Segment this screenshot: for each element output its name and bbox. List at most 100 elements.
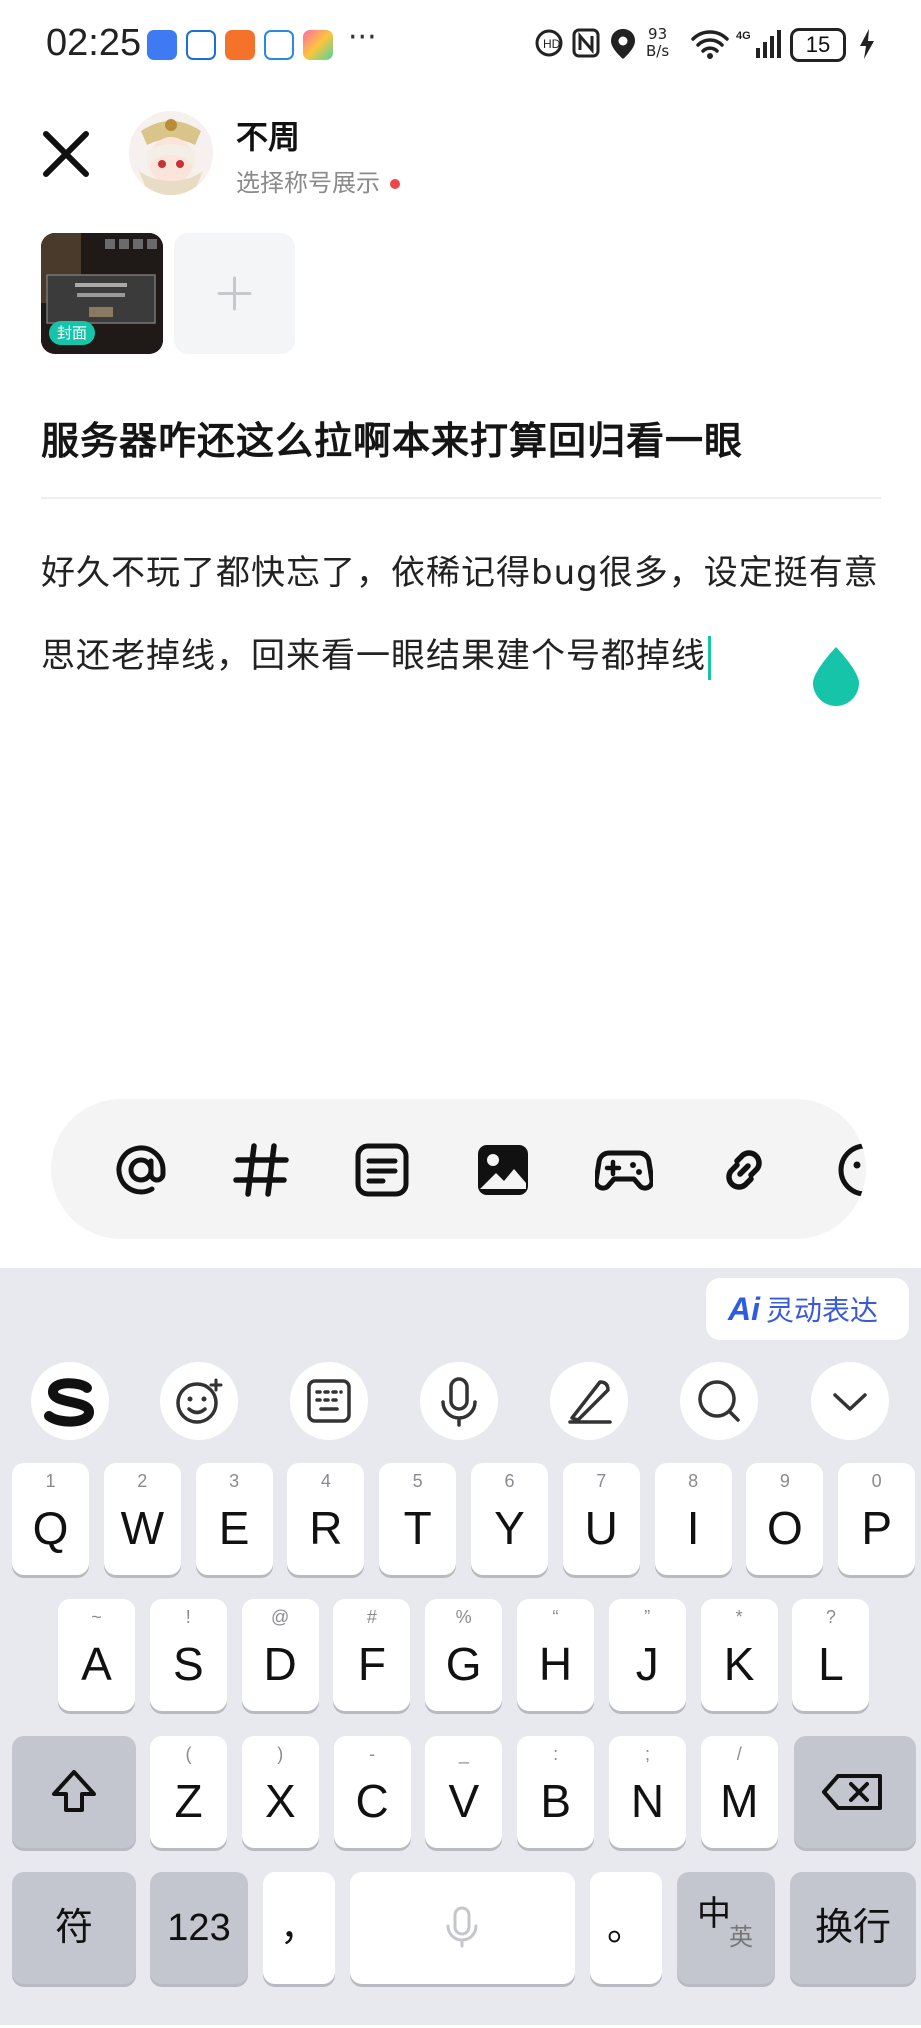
key-d[interactable]: @ D (241, 1599, 319, 1711)
at-icon[interactable] (112, 1141, 170, 1199)
key-k[interactable]: * K (700, 1599, 778, 1711)
key-label: K (723, 1638, 755, 1690)
key-label: W (120, 1502, 164, 1554)
key-b[interactable]: :B (517, 1736, 595, 1848)
key-label: S (172, 1638, 204, 1690)
key-hint: * (735, 1607, 743, 1627)
key-s[interactable]: ! S (149, 1599, 227, 1711)
backspace-key[interactable] (794, 1736, 916, 1848)
microphone-icon (441, 1377, 477, 1427)
sogou-logo-button[interactable] (31, 1362, 109, 1440)
gamepad-icon[interactable] (595, 1141, 653, 1199)
number-key[interactable]: 123 (150, 1872, 248, 1984)
ai-label: 灵动表达 (766, 1294, 879, 1327)
key-e[interactable]: 3E (195, 1463, 273, 1575)
charging-icon (860, 29, 874, 59)
svg-text:4G: 4G (736, 30, 751, 42)
key-l[interactable]: ? L (792, 1599, 870, 1711)
emoji-icon[interactable] (836, 1141, 866, 1199)
nfc-icon (572, 28, 600, 58)
telecom-notification-icon (186, 30, 216, 60)
key-f[interactable]: # F (333, 1599, 411, 1711)
keyboard-switch-button[interactable] (290, 1362, 368, 1440)
comma-key[interactable]: ， (263, 1872, 335, 1984)
space-microphone-icon (446, 1906, 478, 1948)
key-label: G (445, 1638, 482, 1690)
key-g[interactable]: % G (425, 1599, 503, 1711)
post-body-text: 好久不玩了都快忘了，依稀记得bug很多，设定挺有意思还老掉线，回来看一眼结果建个… (41, 553, 879, 676)
voice-input-button[interactable] (420, 1362, 498, 1440)
lang-main-label: 中 (697, 1895, 731, 1933)
key-label: R (309, 1502, 343, 1554)
post-body-input[interactable]: 好久不玩了都快忘了，依稀记得bug很多，设定挺有意思还老掉线，回来看一眼结果建个… (41, 532, 891, 698)
key-label: Y (494, 1502, 525, 1554)
choose-title-label: 选择称号展示 (236, 169, 380, 197)
post-title-input[interactable]: 服务器咋还这么拉啊本来打算回归看一眼 (41, 410, 743, 465)
handwriting-button[interactable] (550, 1362, 628, 1440)
username: 不周 (236, 118, 301, 156)
cover-badge: 封面 (49, 321, 96, 345)
sogou-s-icon (44, 1378, 95, 1427)
key-j[interactable]: ” J (608, 1599, 686, 1711)
add-image-button[interactable] (174, 233, 295, 354)
ai-expression-button[interactable]: Ai 灵动表达 (706, 1278, 909, 1340)
cursor-handle[interactable] (811, 645, 861, 707)
key-q[interactable]: 1Q (12, 1463, 89, 1575)
network-speed: 93 B/s (646, 25, 670, 60)
key-label: E (218, 1502, 250, 1554)
avatar[interactable] (129, 111, 213, 195)
key-hint: 2 (137, 1471, 148, 1491)
choose-title-link[interactable]: 选择称号展示 (236, 163, 400, 198)
key-u[interactable]: 7U (562, 1463, 640, 1575)
key-n[interactable]: ; N (609, 1736, 686, 1848)
key-label: M (720, 1775, 759, 1827)
hashtag-icon[interactable] (232, 1141, 290, 1199)
key-z[interactable]: (Z (150, 1736, 227, 1848)
avatar-illustration (129, 111, 213, 195)
key-t[interactable]: 5T (379, 1463, 457, 1575)
key-w[interactable]: 2W (103, 1463, 181, 1575)
key-r[interactable]: 4R (287, 1463, 365, 1575)
key-hint: 6 (504, 1471, 515, 1491)
search-button[interactable] (680, 1362, 758, 1440)
pen-icon (568, 1380, 612, 1424)
key-i[interactable]: 8I (654, 1463, 732, 1575)
key-c[interactable]: -C (333, 1736, 411, 1848)
key-hint: 5 (412, 1471, 423, 1491)
document-icon[interactable] (353, 1141, 411, 1199)
enter-key[interactable]: 换行 (790, 1872, 916, 1984)
title-divider (41, 497, 881, 499)
link-icon[interactable] (715, 1141, 773, 1199)
key-label: Q (32, 1502, 69, 1554)
key-y[interactable]: 6Y (471, 1463, 548, 1575)
key-v[interactable]: _ V (425, 1736, 503, 1848)
key-label: P (861, 1502, 893, 1554)
key-m[interactable]: / M (700, 1736, 778, 1848)
key-x[interactable]: ) X (241, 1736, 319, 1848)
close-icon[interactable] (40, 128, 92, 180)
collapse-keyboard-button[interactable] (811, 1362, 889, 1440)
cover-image-thumbnail[interactable]: 封面 (41, 233, 163, 354)
key-p[interactable]: 0P (838, 1463, 916, 1575)
backspace-icon (822, 1774, 882, 1810)
editor-toolbar (51, 1099, 866, 1239)
key-hint: ~ (91, 1607, 102, 1627)
language-switch-key[interactable]: 中 英 (677, 1872, 775, 1984)
key-label: T (403, 1502, 432, 1554)
space-key[interactable] (350, 1872, 575, 1984)
key-h[interactable]: “H (517, 1599, 594, 1711)
emoji-panel-button[interactable] (160, 1362, 238, 1440)
key-hint: ; (644, 1744, 650, 1764)
key-o[interactable]: 9O (746, 1463, 824, 1575)
key-label: A (81, 1638, 112, 1690)
period-key[interactable]: 。 (590, 1872, 662, 1984)
key-label: J (635, 1638, 659, 1690)
shift-arrow-icon (52, 1770, 96, 1812)
key-a[interactable]: ~ A (58, 1599, 135, 1711)
shift-key[interactable] (12, 1736, 136, 1848)
key-label: V (448, 1775, 480, 1827)
image-icon[interactable] (474, 1141, 532, 1199)
key-label: H (538, 1638, 573, 1690)
symbol-key[interactable]: 符 (12, 1872, 136, 1984)
key-hint: 1 (45, 1471, 56, 1491)
